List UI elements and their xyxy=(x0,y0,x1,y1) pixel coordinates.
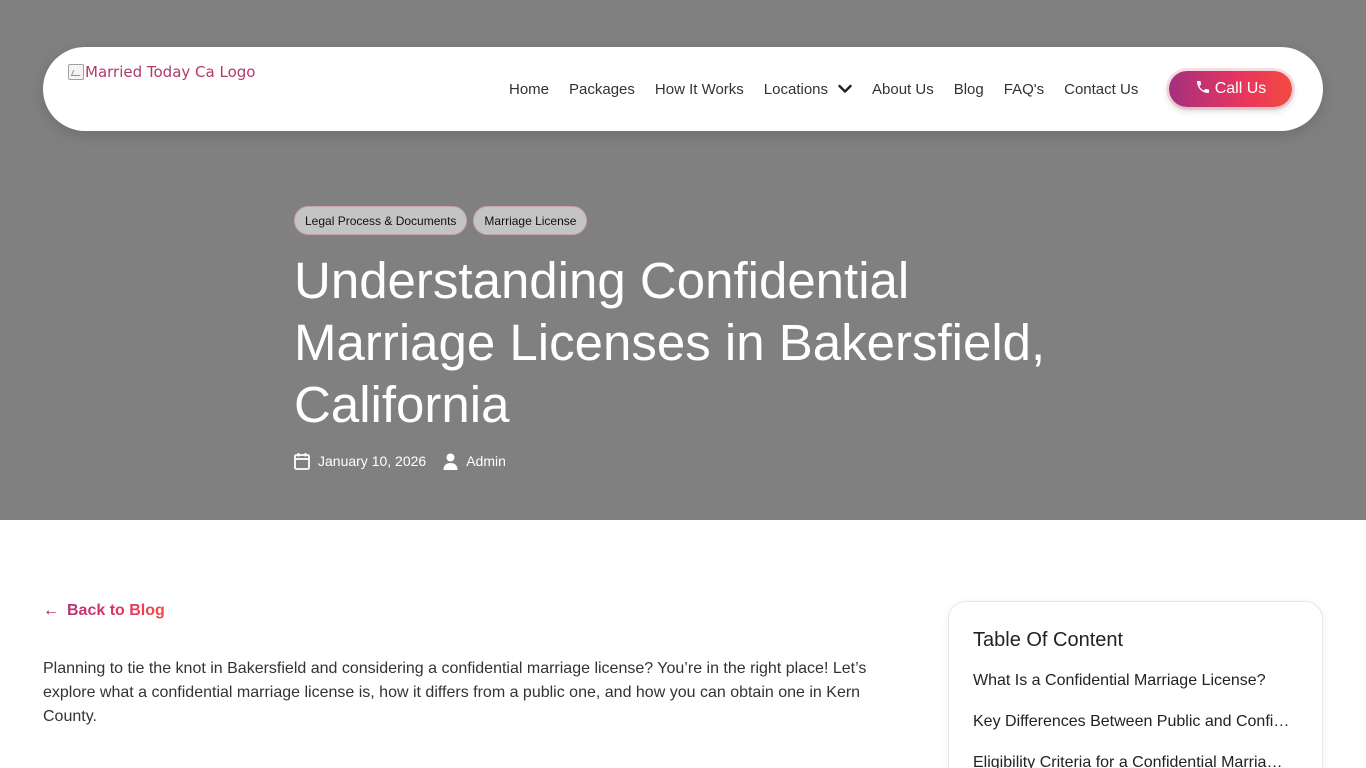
site-logo[interactable]: Married Today Ca Logo xyxy=(68,63,255,81)
tag-legal-process[interactable]: Legal Process & Documents xyxy=(294,206,468,235)
logo-alt-text: Married Today Ca Logo xyxy=(85,63,256,81)
toc-item[interactable]: What Is a Confidential Marriage License? xyxy=(973,670,1291,692)
arrow-left-icon: ← xyxy=(43,602,59,619)
nav-about-us[interactable]: About Us xyxy=(872,81,934,98)
post-intro: Planning to tie the knot in Bakersfield … xyxy=(43,660,867,725)
nav-home[interactable]: Home xyxy=(509,81,549,98)
nav-faqs[interactable]: FAQ's xyxy=(1004,81,1044,98)
broken-image-icon xyxy=(68,64,84,80)
post-author[interactable]: Admin xyxy=(466,453,506,469)
nav-packages[interactable]: Packages xyxy=(569,81,635,98)
nav-how-it-works[interactable]: How It Works xyxy=(655,81,744,98)
table-of-contents: Table Of Content What Is a Confidential … xyxy=(948,601,1323,768)
post-title: Understanding Confidential Marriage Lice… xyxy=(294,252,1046,433)
phone-icon xyxy=(1195,79,1215,100)
user-icon xyxy=(443,453,458,470)
nav-contact-us[interactable]: Contact Us xyxy=(1064,81,1138,98)
nav-locations-label: Locations xyxy=(763,80,829,98)
nav-blog[interactable]: Blog xyxy=(954,81,984,98)
post-date: January 10, 2026 xyxy=(318,453,427,469)
back-to-blog-label: Back to Blog xyxy=(67,602,165,619)
call-us-button[interactable]: Call Us xyxy=(1169,71,1292,107)
navbar: Married Today Ca Logo Home Packages How … xyxy=(43,47,1323,131)
post-meta: January 10, 2026 Admin xyxy=(294,452,506,470)
toc-item[interactable]: Eligibility Criteria for a Confidential … xyxy=(973,752,1291,768)
main-nav: Home Packages How It Works Locations Abo… xyxy=(509,47,1158,131)
chevron-down-icon[interactable] xyxy=(838,81,852,98)
toc-item[interactable]: Key Differences Between Public and Confi… xyxy=(973,711,1291,733)
post-tags: Legal Process & Documents Marriage Licen… xyxy=(294,206,593,235)
calendar-icon xyxy=(294,452,310,470)
toc-title: Table Of Content xyxy=(973,629,1124,651)
call-us-label: Call Us xyxy=(1214,80,1267,97)
tag-marriage-license[interactable]: Marriage License xyxy=(473,206,588,235)
hero-banner: Married Today Ca Logo Home Packages How … xyxy=(0,0,1366,520)
nav-locations[interactable]: Locations xyxy=(764,81,852,98)
back-to-blog-link[interactable]: ← Back to Blog xyxy=(43,602,165,620)
